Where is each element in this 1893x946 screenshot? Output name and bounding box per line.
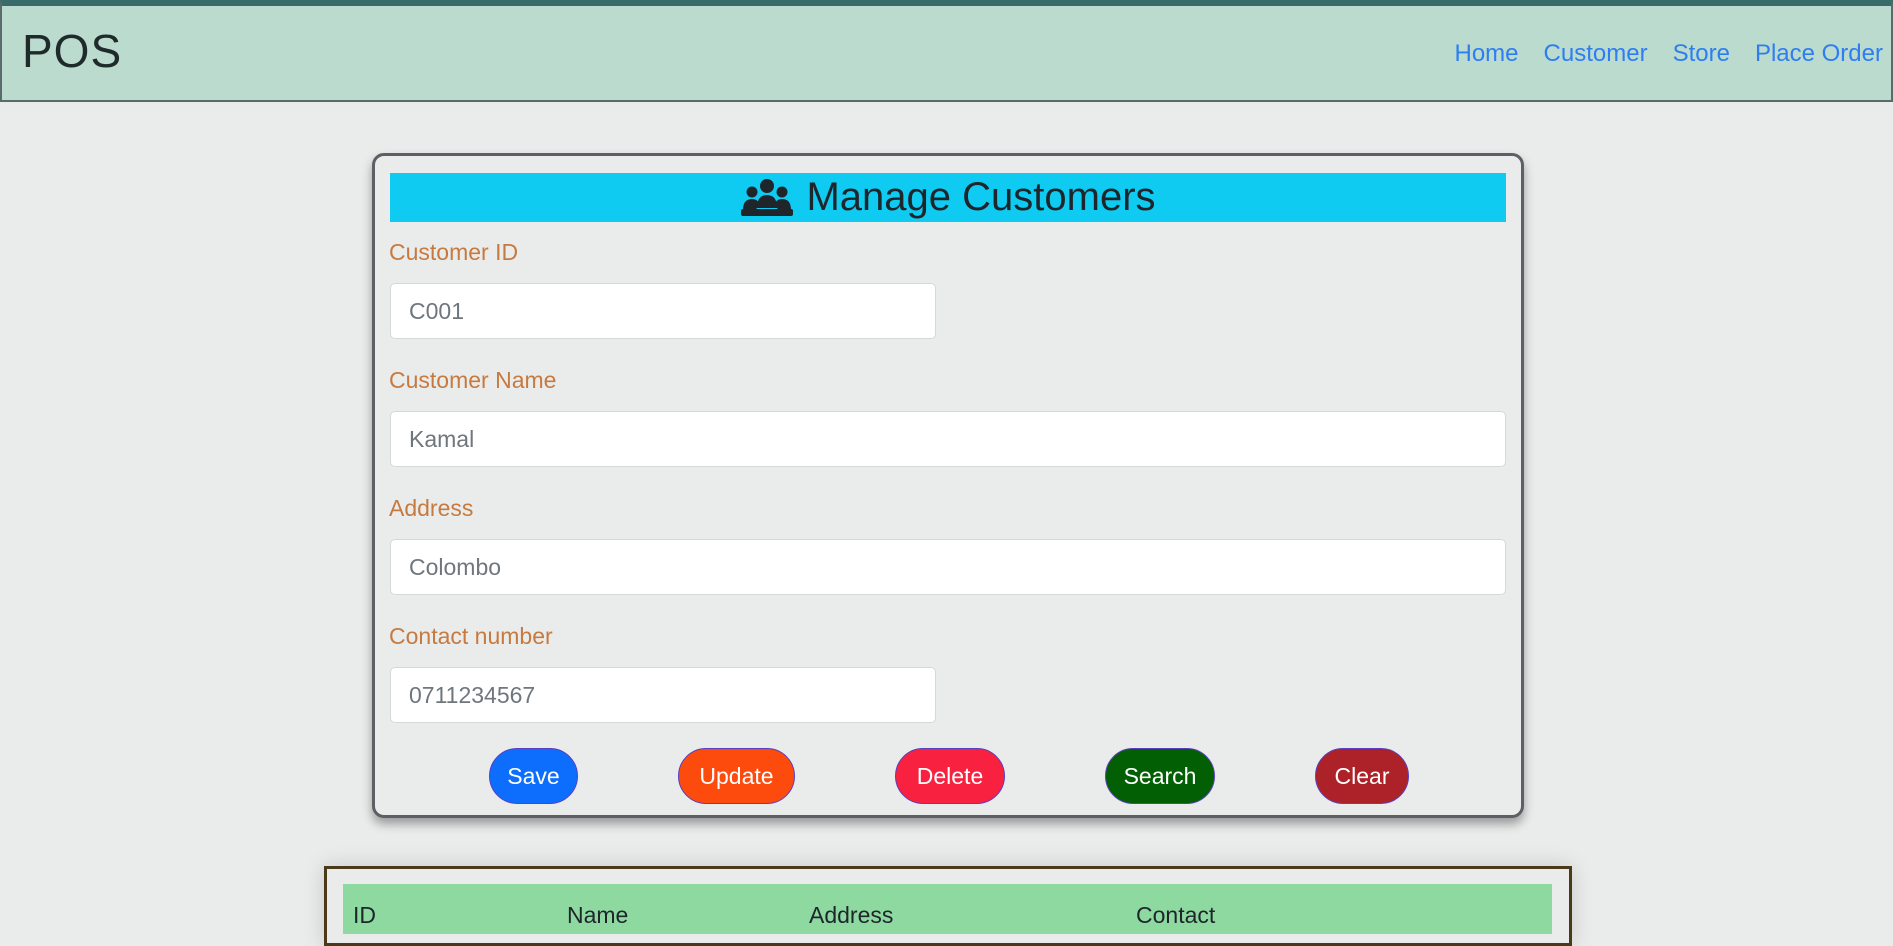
table-header-row: ID Name Address Contact (343, 884, 1552, 934)
save-button[interactable]: Save (489, 748, 578, 804)
customer-id-label: Customer ID (389, 239, 519, 265)
address-input[interactable] (390, 539, 1506, 595)
address-label: Address (389, 495, 474, 521)
contact-number-input[interactable] (390, 667, 936, 723)
card-header: Manage Customers (390, 173, 1506, 222)
form-title: Manage Customers (806, 175, 1156, 219)
customer-id-input[interactable] (390, 283, 936, 339)
nav-link-store[interactable]: Store (1673, 40, 1730, 68)
customer-name-label: Customer Name (389, 367, 557, 393)
delete-button[interactable]: Delete (895, 748, 1005, 804)
nav-link-home[interactable]: Home (1455, 40, 1519, 68)
customer-form-card: Manage Customers Customer ID Customer Na… (372, 153, 1524, 818)
brand-title: POS (22, 25, 123, 77)
nav-link-customer[interactable]: Customer (1544, 40, 1648, 68)
nav-link-place-order[interactable]: Place Order (1755, 40, 1883, 68)
clear-button[interactable]: Clear (1315, 748, 1409, 804)
customer-name-input[interactable] (390, 411, 1506, 467)
update-button[interactable]: Update (678, 748, 795, 804)
table-header-id: ID (353, 902, 376, 928)
table-header-name: Name (567, 902, 629, 928)
search-button[interactable]: Search (1105, 748, 1215, 804)
navbar: POS Home Customer Store Place Order (0, 0, 1893, 102)
table-header-address: Address (809, 902, 894, 928)
contact-number-label: Contact number (389, 623, 553, 649)
nav-links: Home Customer Store Place Order (1455, 40, 1884, 68)
customer-table: ID Name Address Contact (324, 866, 1572, 946)
table-header-contact: Contact (1136, 902, 1216, 928)
users-icon (740, 178, 794, 218)
